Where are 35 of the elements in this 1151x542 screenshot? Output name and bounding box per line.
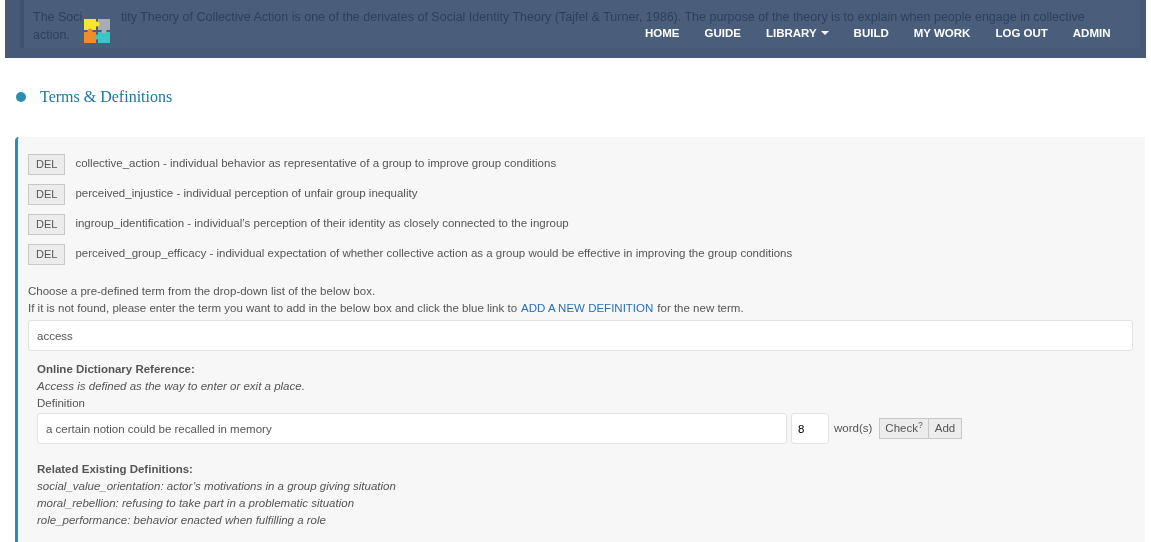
add-button[interactable]: Add — [928, 418, 963, 439]
term-definition: perceived_injustice - individual perception of unfair group inequality — [75, 186, 418, 202]
nav-link[interactable]: ADMIN — [1072, 26, 1111, 40]
puzzle-logo-icon[interactable] — [83, 18, 113, 44]
term-definition: perceived_group_efficacy - individual expectation of whether collective action as a group would be effective in improving the group conditions — [75, 246, 793, 262]
add-definition-link[interactable]: ADD A NEW DEFINITION — [521, 300, 654, 317]
bullet-icon — [16, 92, 26, 102]
related-definition: social_value_orientation: actor’s motivations in a group giving situation — [37, 479, 397, 494]
nav-link[interactable]: LOG OUT — [995, 26, 1048, 40]
word-count-field[interactable]: 8 — [791, 413, 829, 444]
nav-link[interactable]: GUIDE — [704, 26, 741, 40]
term-input-field[interactable]: access — [28, 320, 1133, 351]
dictionary-heading: Online Dictionary Reference: — [37, 362, 196, 377]
word-count-label: word(s) — [834, 421, 873, 436]
section-title: Terms & Definitions — [40, 87, 173, 107]
term-definition: ingroup_identification - individual’s perception of their identity as closely connected to the ingroup — [75, 216, 569, 232]
check-button[interactable]: Check$^{?}$ — [879, 418, 929, 439]
instruction-text: for the new term. — [657, 301, 744, 316]
nav-link[interactable]: HOME — [645, 26, 680, 40]
delete-button[interactable]: DEL — [28, 213, 66, 235]
related-heading: Related Existing Definitions: — [37, 462, 194, 477]
instruction-text: If it is not found, please enter the term you want to add in the below box and click the blue link to — [28, 301, 518, 316]
related-definition: role_performance: behavior enacted when fulfilling a role — [37, 513, 327, 528]
nav-link[interactable]: MY WORK — [913, 26, 971, 40]
delete-button[interactable]: DEL — [28, 243, 66, 265]
instruction-text: Choose a pre-defined term from the drop-down list of the below box. — [28, 284, 377, 299]
delete-button[interactable]: DEL — [28, 183, 66, 205]
definition-input-field[interactable]: a certain notion could be recalled in memory — [37, 413, 787, 444]
nav-link[interactable]: BUILD — [853, 26, 889, 40]
term-definition: collective_action - individual behavior as representative of a group to improve group conditions — [75, 156, 557, 172]
related-definition: moral_rebellion: refusing to take part in a problematic situation — [37, 496, 356, 511]
dictionary-text: Access is defined as the way to enter or exit a place. — [37, 379, 306, 394]
nav-link[interactable]: LIBRARY — [765, 26, 829, 40]
delete-button[interactable]: DEL — [28, 153, 66, 175]
definition-label: Definition — [37, 396, 86, 411]
